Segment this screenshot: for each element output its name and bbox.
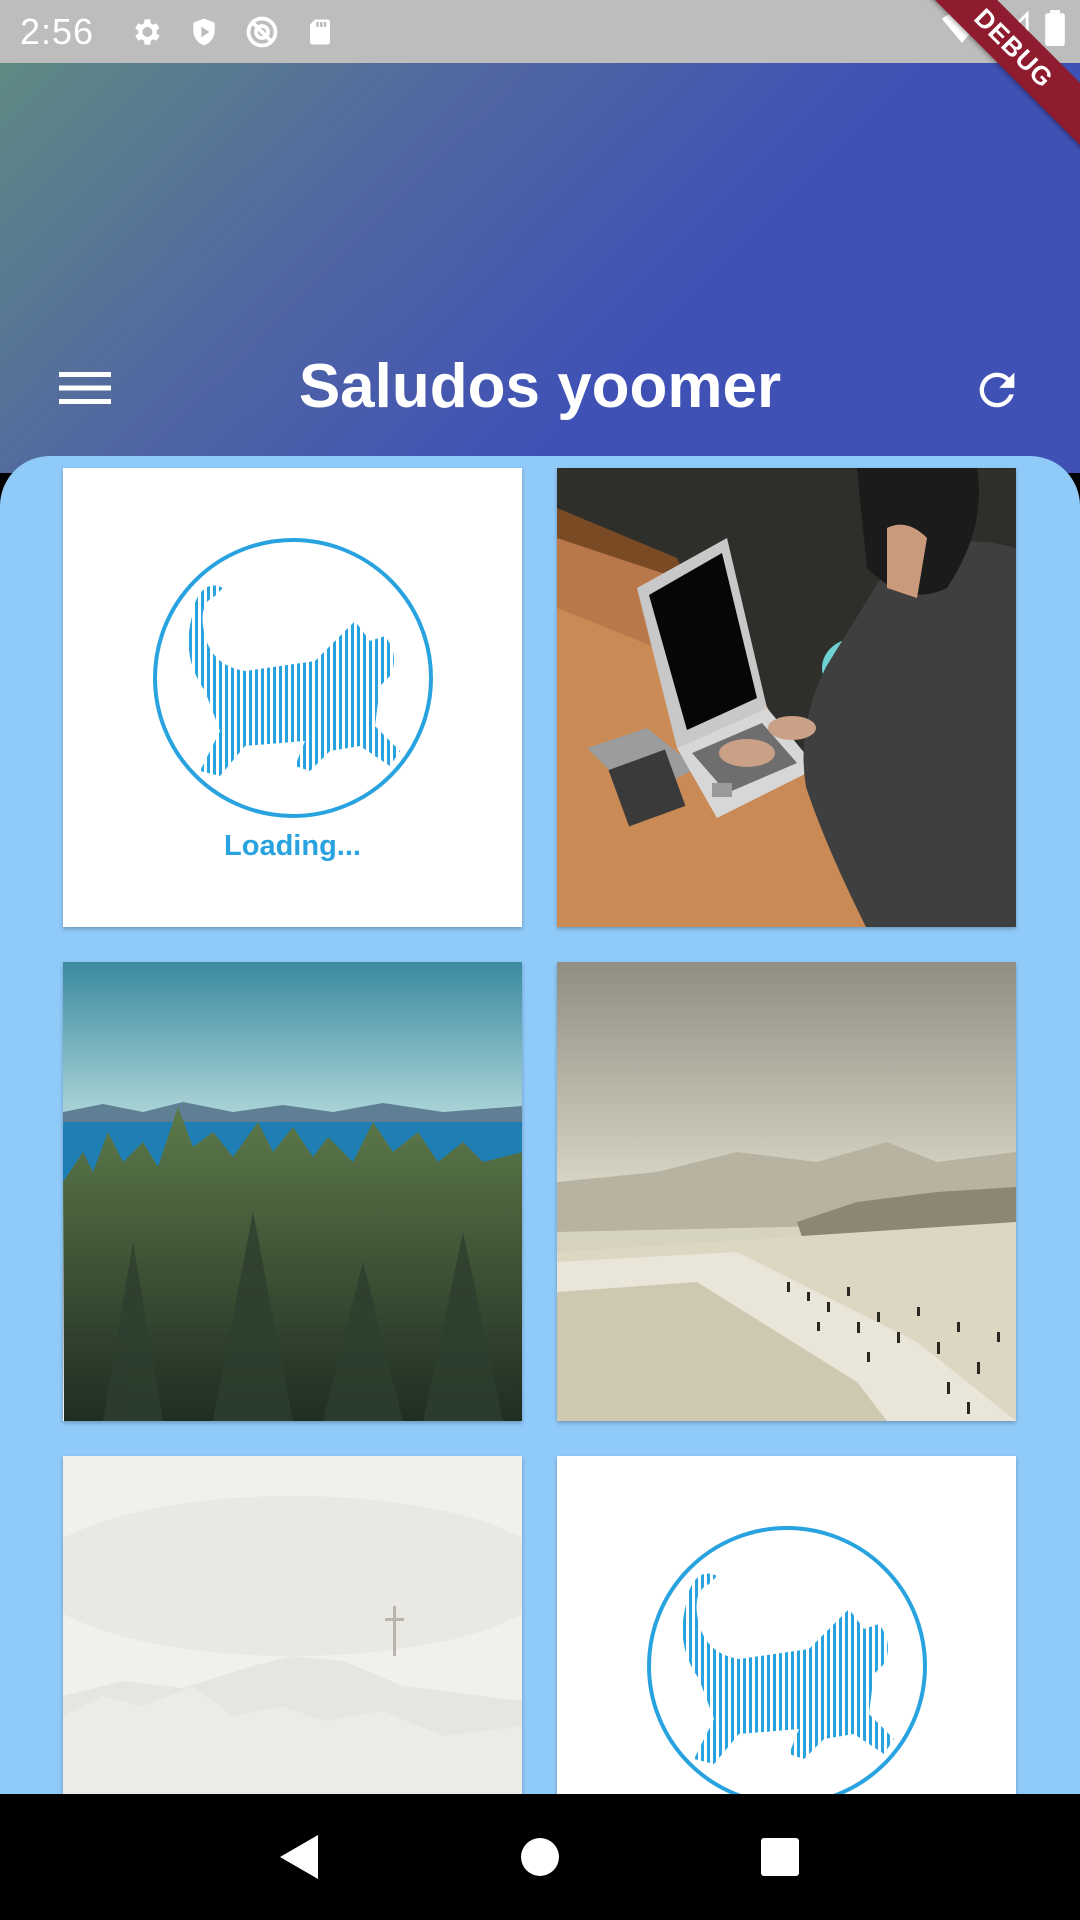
status-time: 2:56 [20,10,95,52]
grid-item-forest-photo[interactable] [63,962,522,1421]
back-button[interactable] [270,1827,330,1887]
loading-caption: Loading... [224,830,361,862]
grid-item-loading-1[interactable]: Loading... [63,468,522,927]
refresh-icon [979,372,1015,408]
recents-button[interactable] [750,1827,810,1887]
cat-loading-icon [557,1456,1016,1794]
home-icon [521,1838,559,1876]
person-with-laptop-photo [557,468,1016,927]
grid-item-laptop-photo[interactable] [557,468,1016,927]
app-bar: Saludos yoomer [0,63,1080,473]
snowy-mountain-with-cross-photo [63,1456,522,1794]
no-location-icon [242,12,282,52]
page-title: Saludos yoomer [298,352,782,421]
grid-item-beach-photo[interactable] [557,962,1016,1421]
system-nav-bar [0,1794,1080,1920]
grid-item-mountain-photo[interactable] [63,1456,522,1794]
shield-icon [184,12,224,52]
grid-item-loading-2[interactable] [557,1456,1016,1794]
home-button[interactable] [510,1827,570,1887]
refresh-button[interactable] [962,355,1032,425]
beach-with-people-photo [557,962,1016,1421]
sd-card-icon [300,12,340,52]
recents-icon [761,1838,799,1876]
settings-icon [126,12,166,52]
back-icon [280,1835,318,1879]
battery-icon [1044,10,1066,55]
content-area: Loading... [0,456,1080,1794]
forest-and-lake-photo [63,962,522,1421]
status-bar: 2:56 [0,0,1080,63]
